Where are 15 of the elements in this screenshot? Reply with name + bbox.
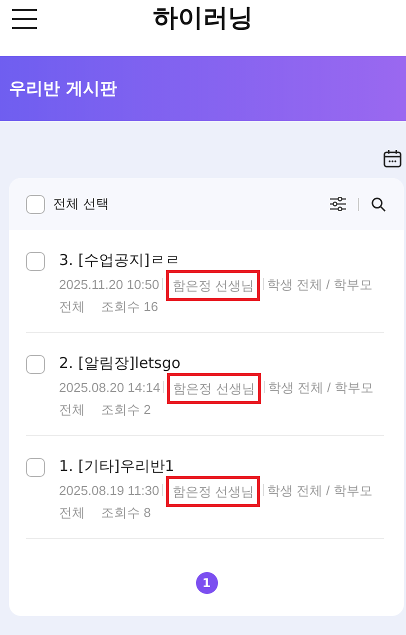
calendar-icon[interactable] (383, 149, 402, 168)
post-title[interactable]: 1. [기타]우리반1 (59, 457, 384, 476)
post-title[interactable]: 3. [수업공지]ㄹㄹ (59, 251, 384, 270)
post-checkbox[interactable] (26, 355, 45, 374)
search-icon[interactable] (371, 196, 386, 212)
post-checkbox[interactable] (26, 458, 45, 477)
post-title[interactable]: 2. [알림장]letsgo (59, 354, 384, 373)
app-title: 하이러닝 (153, 2, 253, 34)
board-title: 우리반 게시판 (9, 78, 117, 100)
select-all-checkbox[interactable] (26, 194, 45, 214)
post-checkbox[interactable] (26, 252, 45, 271)
select-all-label: 전체 선택 (53, 196, 110, 213)
filter-icon[interactable] (330, 197, 346, 211)
menu-icon[interactable] (11, 8, 39, 32)
page-button[interactable]: 1 (196, 572, 218, 594)
